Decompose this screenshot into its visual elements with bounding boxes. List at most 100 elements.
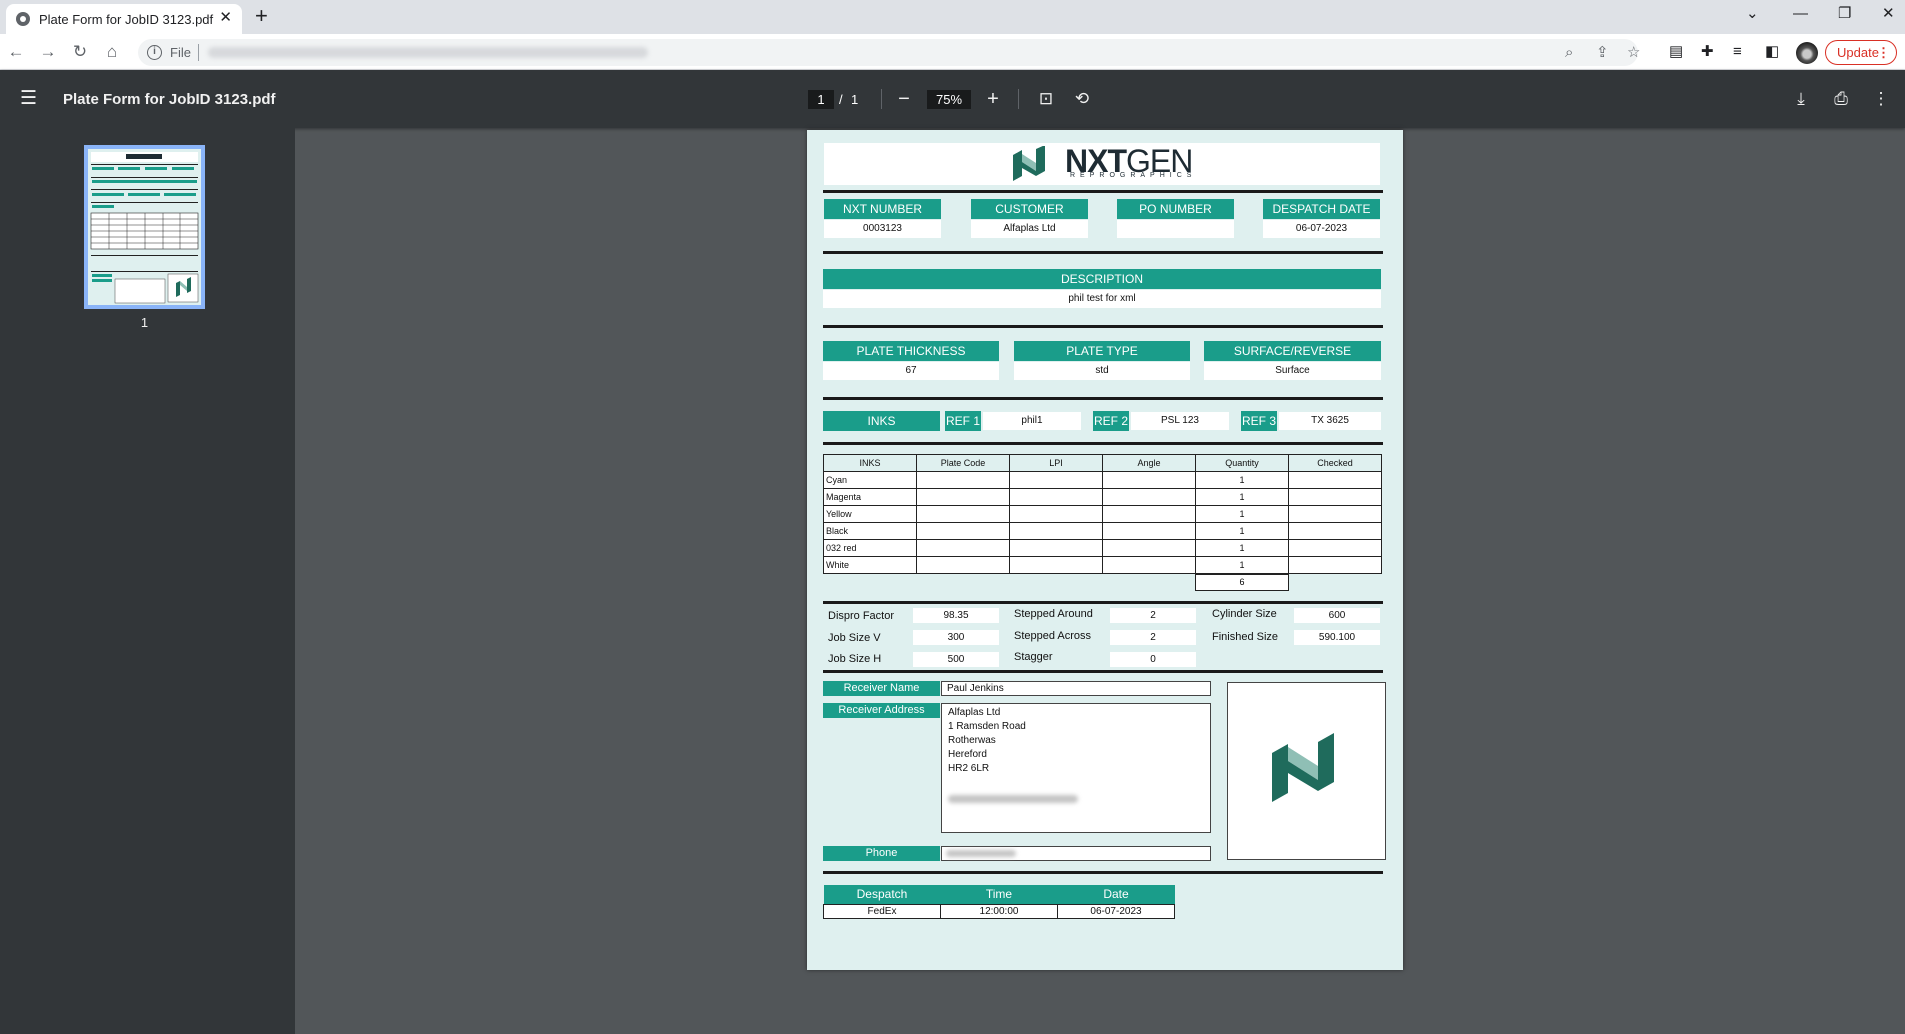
page-thumbnail[interactable]: [84, 145, 205, 309]
more-actions-icon[interactable]: ⋮: [1870, 87, 1892, 111]
cylinder-size-label: Cylinder Size: [1212, 608, 1277, 620]
table-cell: [1009, 471, 1103, 489]
ink-quantity: 1: [1195, 539, 1289, 557]
column-header: Angle: [1102, 454, 1196, 472]
ink-name: Black: [823, 522, 917, 540]
job-size-v-label: Job Size V: [828, 632, 881, 644]
address-line: Rotherwas: [948, 735, 996, 746]
info-icon[interactable]: i: [147, 45, 162, 60]
plate-type-label: PLATE TYPE: [1014, 341, 1190, 361]
table-cell: [916, 505, 1010, 523]
close-tab-icon[interactable]: ✕: [219, 10, 232, 26]
new-tab-button[interactable]: +: [255, 5, 268, 27]
pdf-toolbar: ☰ Plate Form for JobID 3123.pdf 1 / 1 − …: [0, 70, 1905, 128]
stagger-label: Stagger: [1014, 651, 1053, 663]
ink-table: INKS Plate Code LPI Angle Quantity Check…: [823, 454, 1382, 574]
table-row: FedEx 12:00:00 06-07-2023: [823, 903, 1175, 919]
column-header: Date: [1057, 885, 1175, 904]
browser-tab[interactable]: Plate Form for JobID 3123.pdf ✕: [6, 4, 242, 34]
table-row: Black 1: [823, 522, 1382, 540]
receiver-name-label: Receiver Name: [823, 681, 940, 696]
column-header: Quantity: [1195, 454, 1289, 472]
table-cell: [1288, 522, 1382, 540]
table-cell: [1102, 471, 1196, 489]
table-cell: [916, 556, 1010, 574]
divider-rule: [823, 397, 1383, 400]
home-button[interactable]: ⌂: [100, 40, 124, 64]
pdf-title: Plate Form for JobID 3123.pdf: [63, 91, 276, 108]
bookmark-star-icon[interactable]: ☆: [1627, 44, 1640, 61]
finished-size-value: 590.100: [1294, 630, 1380, 645]
ink-quantity: 1: [1195, 471, 1289, 489]
browser-toolbar: ← → ↻ ⌂ i File ⌕ ⇪ ☆ ▤ ✚ ≡ ◧ Update ⋮: [0, 34, 1905, 70]
table-cell: [1288, 471, 1382, 489]
reload-button[interactable]: ↻: [68, 40, 92, 64]
rotate-icon[interactable]: ⟲: [1071, 87, 1093, 111]
table-cell: [1102, 488, 1196, 506]
redacted-url: [208, 47, 648, 58]
ref2-label: REF 2: [1093, 411, 1129, 431]
divider-rule: [823, 190, 1383, 193]
table-row: Cyan 1: [823, 471, 1382, 489]
side-panel-icon[interactable]: ◧: [1765, 43, 1779, 60]
extension-new-icon[interactable]: ▤: [1669, 43, 1683, 60]
minimize-button[interactable]: —: [1793, 6, 1808, 22]
profile-avatar[interactable]: [1796, 42, 1818, 64]
fit-page-icon[interactable]: ⊡: [1035, 87, 1057, 111]
divider-rule: [823, 251, 1383, 254]
ink-name: White: [823, 556, 917, 574]
redacted-phone: [946, 850, 1016, 857]
address-bar[interactable]: i File ⌕ ⇪ ☆: [138, 39, 1640, 66]
quantity-total: 6: [1195, 574, 1289, 591]
close-window-button[interactable]: ✕: [1882, 6, 1895, 22]
receiver-address-label: Receiver Address: [823, 703, 940, 718]
download-icon[interactable]: ⤓: [1790, 87, 1812, 111]
ink-quantity: 1: [1195, 505, 1289, 523]
hamburger-menu-icon[interactable]: ☰: [20, 89, 37, 108]
divider-rule: [823, 601, 1383, 604]
dispro-factor-label: Dispro Factor: [828, 610, 895, 622]
ref1-value: phil1: [983, 412, 1081, 430]
zoom-input[interactable]: 75%: [927, 90, 971, 109]
nxt-number-value: 0003123: [824, 220, 941, 238]
receiver-name-value: Paul Jenkins: [941, 681, 1211, 696]
phone-value: [941, 846, 1211, 861]
job-size-h-value: 500: [913, 652, 999, 667]
update-button[interactable]: Update ⋮: [1825, 40, 1897, 65]
zoom-icon[interactable]: ⌕: [1565, 44, 1573, 61]
column-header: Despatch: [823, 885, 941, 904]
nxt-number-label: NXT NUMBER: [824, 199, 941, 219]
tab-search-icon[interactable]: ⌄: [1746, 6, 1759, 22]
scheme-label: File: [170, 45, 191, 60]
description-value: phil test for xml: [823, 290, 1381, 308]
customer-value: Alfaplas Ltd: [971, 220, 1088, 238]
ref1-label: REF 1: [945, 411, 981, 431]
address-line: 1 Ramsden Road: [948, 721, 1026, 732]
zoom-in-button[interactable]: +: [982, 87, 1004, 111]
restore-button[interactable]: ❐: [1838, 6, 1851, 22]
table-cell: [1102, 539, 1196, 557]
media-control-icon[interactable]: ≡: [1733, 43, 1742, 60]
customer-label: CUSTOMER: [971, 199, 1088, 219]
menu-kebab-icon: ⋮: [1877, 45, 1890, 60]
nxtgen-logo-icon: [1013, 146, 1045, 181]
ref2-value: PSL 123: [1131, 412, 1229, 430]
divider-rule: [823, 670, 1383, 673]
logo-panel: [1227, 682, 1386, 860]
surface-reverse-label: SURFACE/REVERSE: [1204, 341, 1381, 361]
pdf-page: NXTGEN REPROGRAPHICS NXT NUMBER 0003123 …: [807, 130, 1403, 970]
table-cell: [1288, 556, 1382, 574]
zoom-out-button[interactable]: −: [893, 87, 915, 111]
despatch-time: 12:00:00: [940, 903, 1058, 919]
extensions-puzzle-icon[interactable]: ✚: [1701, 43, 1714, 60]
page-number-input[interactable]: 1: [808, 90, 834, 109]
back-button[interactable]: ←: [4, 40, 28, 64]
forward-button[interactable]: →: [36, 40, 60, 64]
stagger-value: 0: [1110, 652, 1196, 667]
share-icon[interactable]: ⇪: [1596, 44, 1609, 61]
print-icon[interactable]: ⎙: [1830, 87, 1852, 111]
divider-rule: [823, 442, 1383, 445]
receiver-address-box: Alfaplas Ltd 1 Ramsden Road Rotherwas He…: [941, 703, 1211, 833]
po-number-label: PO NUMBER: [1117, 199, 1234, 219]
divider-rule: [823, 871, 1383, 874]
